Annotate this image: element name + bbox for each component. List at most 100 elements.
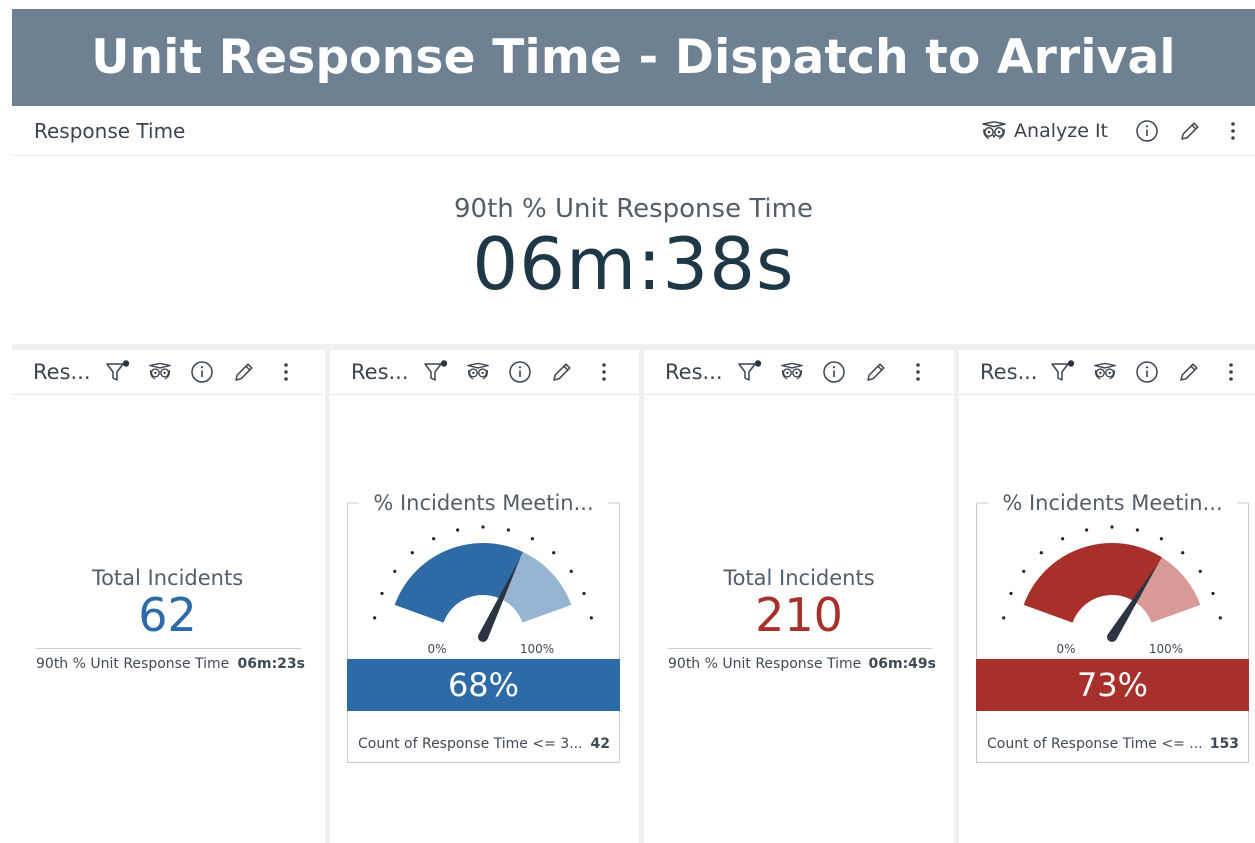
gauge-title: % Incidents Meetin... [366,491,601,515]
analyze-button[interactable] [779,359,805,385]
pencil-icon [1179,363,1198,381]
gauge-tick [1061,537,1065,541]
panel-title: Res... [980,360,1038,384]
info-button[interactable] [1134,118,1160,144]
filter-button[interactable] [1050,359,1076,385]
edit-button[interactable] [1177,118,1203,144]
footer-label: 90th % Unit Response Time [36,656,230,672]
panel-header: Res... [959,350,1255,395]
analyze-it-label: Analyze It [1014,119,1108,142]
gauge-tick [530,537,534,541]
panel-title: Res... [351,360,409,384]
stat-divider [668,648,932,649]
stat-footer: 90th % Unit Response Time 06m:49s [668,656,936,672]
owl-icon [982,120,1006,139]
more-vertical-icon [602,363,606,381]
gauge-title: % Incidents Meetin... [995,491,1230,515]
gauge-tick [1198,569,1202,573]
info-button[interactable] [821,359,847,385]
more-options-button[interactable] [1220,118,1246,144]
info-button[interactable] [1134,359,1160,385]
info-icon [823,361,845,383]
panel-header: Res... [12,350,323,395]
panel-toolbar [1050,359,1255,385]
analyze-button[interactable] [1092,359,1118,385]
gauge-tick [506,528,510,532]
gauge-tick [1039,551,1043,555]
analyze-button[interactable] [465,359,491,385]
gauge-percent-bar: 68% [347,659,620,711]
info-icon [509,361,531,383]
gauge-tick [1135,528,1139,532]
gauge-max-label: 100% [1149,642,1183,656]
gauge-tick [1211,591,1215,596]
gauge-tick [432,537,436,541]
footer-label: Count of Response Time <= ... [987,736,1203,752]
gauge-needle-hub [478,632,488,642]
edit-button[interactable] [863,359,889,385]
gauge-tick [582,591,586,596]
more-vertical-icon [284,363,288,381]
footer-value: 153 [1209,736,1239,752]
kpi-value: 06m:38s [472,222,795,306]
edit-button[interactable] [231,359,257,385]
gauge-percent-bar: 73% [976,659,1249,711]
info-icon [191,361,213,383]
gauge-needle-hub [1107,632,1117,642]
owl-icon [467,362,489,380]
pencil-icon [867,363,885,381]
gauge-tick [1218,616,1222,620]
edit-button[interactable] [549,359,575,385]
filter-button[interactable] [105,359,131,385]
gauge-tick [393,569,397,573]
panel-gauge-1: Res... % Incidents Meetin... 0% 100% 68%… [325,350,639,843]
stat-value: 62 [138,588,197,642]
panel-header: Res... [644,350,954,395]
analyze-it-button[interactable]: Analyze It [980,120,1108,142]
filter-icon [738,360,762,381]
gauge-tick [456,528,460,532]
gauge-footer: Count of Response Time <= 3... 42 [358,736,610,752]
stat-label: Total Incidents [91,566,244,590]
more-vertical-icon [1228,363,1233,381]
filter-button[interactable] [737,359,763,385]
info-button[interactable] [189,359,215,385]
analyze-button[interactable] [147,359,173,385]
more-options-button[interactable] [905,359,931,385]
more-options-button[interactable] [1218,359,1244,385]
stat-footer: 90th % Unit Response Time 06m:23s [36,656,305,672]
widget-toolbar: Analyze It [980,106,1255,155]
widget-title: Response Time [34,118,186,143]
gauge-tick [569,569,573,573]
edit-button[interactable] [1176,359,1202,385]
panel-title: Res... [33,360,91,384]
info-icon [1136,119,1158,142]
gauge-chart: 0% 100% [1002,525,1222,656]
pencil-icon [553,363,571,381]
gauge-tick [481,525,485,529]
panel-toolbar [423,359,633,385]
filter-icon [106,360,130,381]
gauge-tick [373,616,377,620]
gauge-tick [1085,528,1089,532]
more-options-button[interactable] [591,359,617,385]
gauge-footer: Count of Response Time <= ... 153 [987,736,1239,752]
gauge-tick [380,591,384,596]
response-time-widget-header: Response Time Analyze It [12,106,1255,156]
gauge-card: % Incidents Meetin... 0% 100% 73% Count of R… [976,491,1249,763]
footer-value: 06m:49s [868,656,936,672]
panel-header: Res... [330,350,639,395]
gauge-title-wrap: % Incidents Meetin... [976,491,1249,515]
panel-toolbar [737,359,947,385]
filter-button[interactable] [423,359,449,385]
pencil-icon [235,363,253,381]
panel-toolbar [105,359,315,385]
more-vertical-icon [1231,121,1235,140]
stat-label: Total Incidents [723,566,875,590]
more-options-button[interactable] [273,359,299,385]
owl-icon [781,362,803,380]
kpi-label: 90th % Unit Response Time [454,194,813,224]
gauge-title-wrap: % Incidents Meetin... [347,491,620,515]
info-button[interactable] [507,359,533,385]
dashboard-title: Unit Response Time - Dispatch to Arrival [91,30,1176,85]
